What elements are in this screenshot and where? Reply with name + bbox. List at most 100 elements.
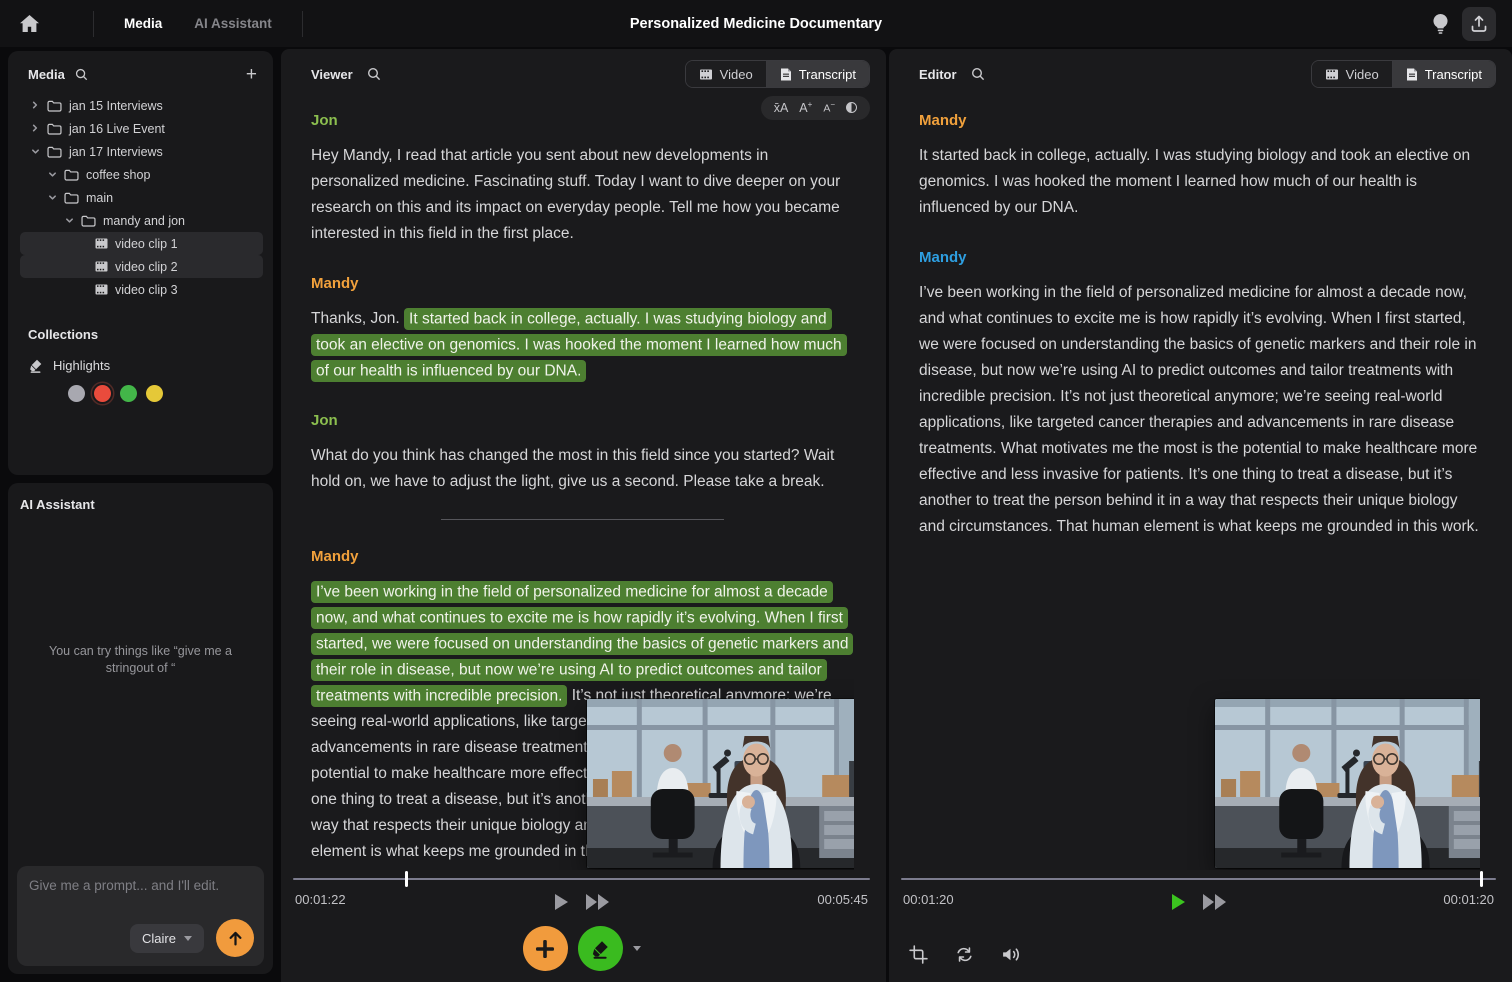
sidebar: Media + jan 15 Interviews jan 16 Live Eve… xyxy=(0,49,278,982)
transcript-paragraph[interactable]: It started back in college, actually. I … xyxy=(919,143,1480,221)
search-icon[interactable] xyxy=(971,67,985,81)
media-tree: jan 15 Interviews jan 16 Live Event jan 17… xyxy=(20,94,263,301)
transcript-text[interactable]: I’ve been working in the field of person… xyxy=(919,284,1479,535)
chevron-icon[interactable] xyxy=(47,170,57,179)
folder-icon xyxy=(64,169,79,181)
tree-clip-video-clip-3[interactable]: video clip 3 xyxy=(20,278,263,301)
model-name: Claire xyxy=(142,931,176,946)
film-icon xyxy=(699,69,713,80)
viewer-panel: Viewer Video Transcript x̄A A+ A− xyxy=(281,49,886,982)
tab-ai-assistant[interactable]: AI Assistant xyxy=(178,16,288,31)
font-increase-icon[interactable]: A+ xyxy=(799,101,812,115)
editor-video-tab[interactable]: Video xyxy=(1312,61,1392,87)
film-icon xyxy=(1325,69,1339,80)
tab-media[interactable]: Media xyxy=(108,16,178,31)
lightbulb-icon[interactable] xyxy=(1433,14,1448,34)
project-title: Personalized Medicine Documentary xyxy=(630,16,882,32)
fast-forward-icon[interactable] xyxy=(1203,894,1226,910)
highlight-color-dots xyxy=(68,385,263,402)
transcript-paragraph[interactable]: What do you think has changed the most i… xyxy=(311,443,854,495)
viewer-playhead[interactable] xyxy=(405,871,408,887)
chevron-icon[interactable] xyxy=(30,147,40,156)
transcript-text[interactable]: Hey Mandy, I read that article you sent … xyxy=(311,147,840,242)
play-icon[interactable] xyxy=(1172,894,1185,910)
tree-item-label: jan 16 Live Event xyxy=(69,122,165,136)
folder-icon xyxy=(47,123,62,135)
chevron-icon[interactable] xyxy=(31,124,40,134)
send-prompt-button[interactable] xyxy=(216,919,254,957)
tree-clip-video-clip-1[interactable]: video clip 1 xyxy=(20,232,263,255)
crop-icon[interactable] xyxy=(909,945,928,964)
play-icon[interactable] xyxy=(555,894,568,910)
chevron-icon[interactable] xyxy=(31,101,40,111)
tree-folder-main[interactable]: main xyxy=(20,186,263,209)
highlight-button[interactable] xyxy=(578,926,623,971)
editor-timeline-track[interactable] xyxy=(901,878,1496,880)
viewer-timeline-track[interactable] xyxy=(293,878,870,880)
upload-icon[interactable] xyxy=(1462,7,1496,41)
highlight-color-dot-1[interactable] xyxy=(94,385,111,402)
ai-prompt-input[interactable] xyxy=(29,878,252,918)
ai-hint-text: You can try things like “give me a strin… xyxy=(36,643,246,677)
tree-folder-jan-17-interviews[interactable]: jan 17 Interviews xyxy=(20,140,263,163)
fast-forward-icon[interactable] xyxy=(586,894,609,910)
transcript-text[interactable]: It started back in college, actually. I … xyxy=(919,147,1470,216)
transcript-text[interactable]: Thanks, Jon. xyxy=(311,310,404,327)
tree-clip-video-clip-2[interactable]: video clip 2 xyxy=(20,255,263,278)
viewer-total-time: 00:05:45 xyxy=(817,892,868,907)
text-size-icon[interactable]: x̄A xyxy=(774,102,789,115)
highlight-color-dot-0[interactable] xyxy=(68,385,85,402)
tree-item-label: video clip 1 xyxy=(115,237,178,251)
contrast-icon[interactable] xyxy=(846,102,857,113)
transcript-text[interactable]: What do you think has changed the most i… xyxy=(311,447,834,490)
menu-icon[interactable] xyxy=(57,16,79,31)
clip-divider xyxy=(441,519,723,520)
highlight-options-caret-icon[interactable] xyxy=(633,946,641,951)
chevron-icon[interactable] xyxy=(47,193,57,202)
viewer-video-thumbnail[interactable] xyxy=(587,699,854,868)
font-decrease-icon[interactable]: A− xyxy=(823,101,835,114)
search-icon[interactable] xyxy=(367,67,381,81)
lab-scene-illustration xyxy=(1215,699,1480,868)
model-select-button[interactable]: Claire xyxy=(130,924,204,953)
chevron-icon[interactable] xyxy=(64,216,74,225)
transcript-paragraph[interactable]: I’ve been working in the field of person… xyxy=(919,280,1480,540)
media-panel-title: Media xyxy=(28,67,65,82)
film-icon xyxy=(95,284,108,295)
tree-item-label: coffee shop xyxy=(86,168,150,182)
transcript-tab-label: Transcript xyxy=(799,67,856,82)
viewer-current-time: 00:01:22 xyxy=(295,892,346,907)
viewer-video-tab[interactable]: Video xyxy=(686,61,766,87)
search-icon[interactable] xyxy=(75,68,88,81)
collection-highlights[interactable]: Highlights xyxy=(28,358,263,373)
tree-folder-jan-16-live-event[interactable]: jan 16 Live Event xyxy=(20,117,263,140)
tree-folder-jan-15-interviews[interactable]: jan 15 Interviews xyxy=(20,94,263,117)
add-to-editor-button[interactable] xyxy=(523,926,568,971)
editor-view-toggle: Video Transcript xyxy=(1311,60,1496,88)
editor-video-thumbnail[interactable] xyxy=(1215,699,1480,868)
add-media-button[interactable]: + xyxy=(246,65,257,84)
viewer-transcript-tab[interactable]: Transcript xyxy=(766,61,869,87)
swap-icon[interactable] xyxy=(954,945,975,964)
plus-icon xyxy=(534,938,556,960)
speaker-label: Mandy xyxy=(311,271,854,297)
editor-transcript-tab[interactable]: Transcript xyxy=(1392,61,1495,87)
transcript-paragraph[interactable]: Thanks, Jon. It started back in college,… xyxy=(311,306,854,384)
tree-folder-coffee-shop[interactable]: coffee shop xyxy=(20,163,263,186)
tree-item-label: main xyxy=(86,191,113,205)
home-icon[interactable] xyxy=(20,15,39,32)
highlighter-icon xyxy=(28,358,43,373)
transcript-paragraph[interactable]: Hey Mandy, I read that article you sent … xyxy=(311,143,854,247)
editor-playhead[interactable] xyxy=(1480,871,1483,887)
tree-item-label: mandy and jon xyxy=(103,214,185,228)
divider xyxy=(302,11,303,37)
caret-down-icon xyxy=(184,936,192,941)
highlighter-icon xyxy=(590,939,610,959)
tree-item-label: video clip 3 xyxy=(115,283,178,297)
editor-transcript: MandyIt started back in college, actuall… xyxy=(919,108,1480,870)
volume-icon[interactable] xyxy=(1001,945,1021,964)
editor-panel: Editor Video Transcript MandyIt started … xyxy=(889,49,1512,982)
highlight-color-dot-2[interactable] xyxy=(120,385,137,402)
highlight-color-dot-3[interactable] xyxy=(146,385,163,402)
tree-folder-mandy-and-jon[interactable]: mandy and jon xyxy=(20,209,263,232)
